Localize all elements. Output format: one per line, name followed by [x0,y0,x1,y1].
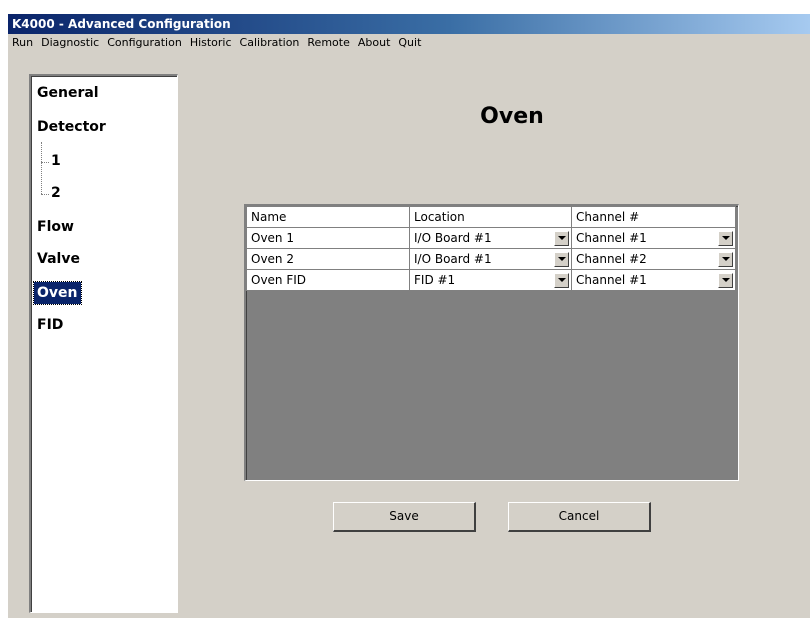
channel-combo[interactable]: Channel #2 [571,248,736,270]
column-header-location[interactable]: Location [409,206,572,228]
name-value: Oven 2 [251,251,294,266]
column-header-name[interactable]: Name [246,206,410,228]
sidebar-item-oven[interactable]: Oven [33,281,82,305]
dropdown-arrow-icon[interactable] [718,272,733,288]
sidebar-item-valve[interactable]: Valve [34,248,83,270]
navigation-tree[interactable]: General Detector 1 2 Flow Valve Oven FID [29,74,178,613]
sidebar-item-detector-1[interactable]: 1 [51,150,61,172]
menu-about[interactable]: About [354,34,395,52]
tree-connector [41,162,49,163]
menu-run[interactable]: Run [8,34,37,52]
location-value: FID #1 [414,273,456,287]
sidebar-item-fid[interactable]: FID [34,314,66,336]
table-row: Oven FID FID #1 Channel #1 [246,269,736,291]
table-row: Oven 2 I/O Board #1 Channel #2 [246,248,736,270]
menu-calibration[interactable]: Calibration [236,34,304,52]
cancel-button[interactable]: Cancel [508,502,651,532]
dropdown-arrow-icon[interactable] [554,230,569,246]
page-title: Oven [348,104,688,129]
page-title-text: Oven [480,104,544,129]
column-header-channel[interactable]: Channel # [571,206,736,228]
sidebar-item-flow[interactable]: Flow [34,216,77,238]
sidebar-item-detector[interactable]: Detector [34,116,109,138]
channel-combo[interactable]: Channel #1 [571,227,736,249]
menu-quit[interactable]: Quit [394,34,425,52]
title-bar: K4000 - Advanced Configuration [8,14,810,34]
dropdown-arrow-icon[interactable] [718,251,733,267]
save-button[interactable]: Save [333,502,476,532]
menu-bar: Run Diagnostic Configuration Historic Calibr… [8,34,810,52]
table-header-row: Name Location Channel # [246,206,736,228]
sidebar-item-general[interactable]: General [34,82,102,104]
menu-historic[interactable]: Historic [186,34,236,52]
oven-grid: Name Location Channel # Oven 1 I/O Board… [244,204,739,481]
oven-table: Name Location Channel # Oven 1 I/O Board… [246,206,736,291]
name-value: Oven FID [251,272,307,287]
sidebar-item-detector-2[interactable]: 2 [51,182,61,204]
channel-value: Channel #1 [576,231,647,245]
name-cell[interactable]: Oven 2 [246,248,410,270]
menu-remote[interactable]: Remote [303,34,353,52]
name-cell[interactable]: Oven 1 [246,227,410,249]
location-value: I/O Board #1 [414,252,492,266]
tree-connector [41,142,42,194]
menu-diagnostic[interactable]: Diagnostic [37,34,103,52]
channel-value: Channel #1 [576,273,647,287]
location-value: I/O Board #1 [414,231,492,245]
name-value: Oven 1 [251,230,294,245]
menu-configuration[interactable]: Configuration [103,34,186,52]
name-cell[interactable]: Oven FID [246,269,410,291]
dropdown-arrow-icon[interactable] [554,251,569,267]
tree-connector [41,194,49,195]
channel-combo[interactable]: Channel #1 [571,269,736,291]
table-row: Oven 1 I/O Board #1 Channel #1 [246,227,736,249]
channel-value: Channel #2 [576,252,647,266]
location-combo[interactable]: I/O Board #1 [409,227,572,249]
location-combo[interactable]: I/O Board #1 [409,248,572,270]
app-window: K4000 - Advanced Configuration Run Diagno… [8,14,810,618]
location-combo[interactable]: FID #1 [409,269,572,291]
dropdown-arrow-icon[interactable] [718,230,733,246]
dropdown-arrow-icon[interactable] [554,272,569,288]
